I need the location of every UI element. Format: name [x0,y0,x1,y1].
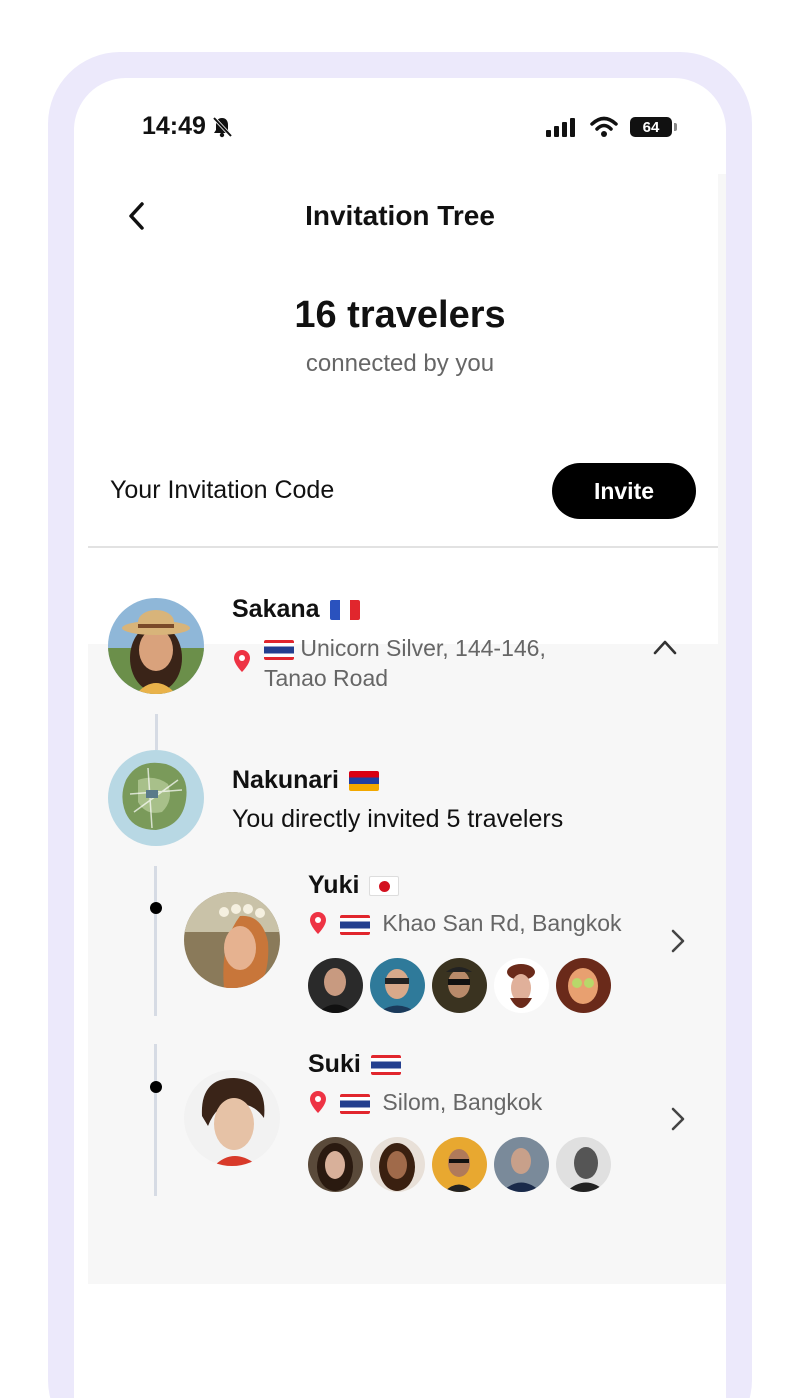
status-indicators: 64 [546,116,677,138]
sub-invitee-avatar[interactable] [556,1137,611,1192]
divider [88,546,718,548]
armenia-flag-icon [348,770,379,791]
chevron-up-icon[interactable] [652,638,678,656]
sub-invitee-avatar[interactable] [432,958,487,1013]
tree-branch-line [154,1044,157,1196]
tree-node-dot [150,902,162,914]
invitee-location: Khao San Rd, Bangkok [340,908,622,938]
avatar-sakana[interactable] [108,598,204,694]
sub-invitee-avatar[interactable] [370,958,425,1013]
invitation-code-label: Your Invitation Code [110,476,335,504]
thailand-flag-icon [264,639,294,660]
chevron-right-icon[interactable] [670,1106,686,1132]
sub-invitees-row [308,1137,611,1192]
invite-button[interactable]: Invite [552,463,696,519]
status-time: 14:49 [142,112,232,141]
tree-node-dot [150,1081,162,1093]
tree-branch-line [154,866,157,1016]
france-flag-icon [329,599,360,620]
battery-icon: 64 [630,117,677,137]
root-name: Sakana [232,595,360,624]
bell-muted-icon [212,116,232,137]
sub-invitee-avatar[interactable] [370,1137,425,1192]
invitee-name-text: Suki [308,1050,361,1078]
me-name: Nakunari [232,766,379,795]
header-section [88,174,718,644]
location-pin-icon [310,912,326,934]
tree-connector [155,714,158,750]
root-name-text: Sakana [232,595,320,623]
location-pin-icon [310,1091,326,1113]
sub-invitee-avatar[interactable] [432,1137,487,1192]
location-pin-icon [234,650,250,672]
chevron-right-icon[interactable] [670,928,686,954]
sub-invitee-avatar[interactable] [308,1137,363,1192]
me-name-text: Nakunari [232,766,339,794]
traveler-count: 16 travelers [294,294,506,336]
sub-invitee-avatar[interactable] [494,1137,549,1192]
direct-invites-note: You directly invited 5 travelers [232,805,564,833]
thailand-flag-icon [340,1093,370,1114]
avatar-yuki[interactable] [184,892,280,988]
signal-icon [546,118,575,137]
invitee-name-text: Yuki [308,871,360,899]
sub-invitee-avatar[interactable] [494,958,549,1013]
phone-screen: 14:49 64 Invitation Tree 16 travelers co… [74,78,726,1398]
invitee-name: Yuki [308,871,400,900]
invitee-location: Silom, Bangkok [340,1087,542,1117]
avatar-suki[interactable] [184,1070,280,1166]
avatar-nakunari[interactable] [108,750,204,846]
invitee-name: Suki [308,1050,401,1079]
thailand-flag-icon [370,1054,401,1075]
traveler-count-subtitle: connected by you [305,350,495,377]
japan-flag-icon [369,875,400,896]
root-location-line2: Tanao Road [264,665,389,691]
sub-invitees-row [308,958,611,1013]
page-title: Invitation Tree [305,200,495,231]
thailand-flag-icon [340,914,370,935]
root-location: Unicorn Silver, 144-146, [234,633,546,663]
sub-invitee-avatar[interactable] [308,958,363,1013]
sub-invitee-avatar[interactable] [556,958,611,1013]
wifi-icon [590,116,618,137]
